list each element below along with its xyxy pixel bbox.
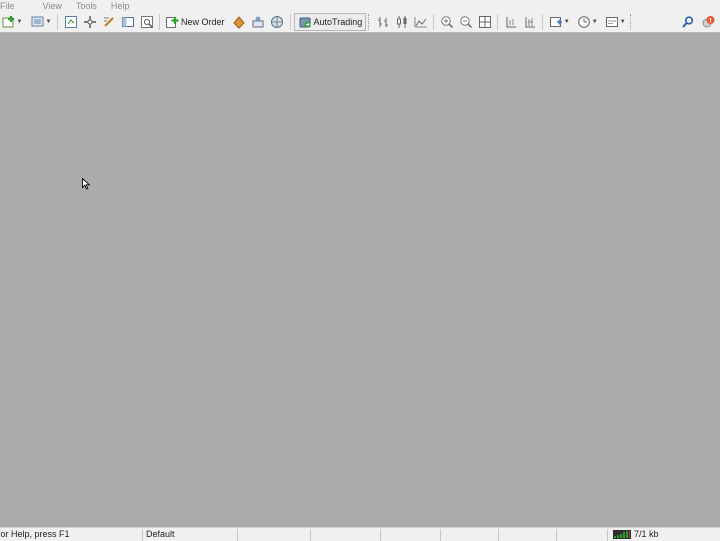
line-chart-button[interactable]	[411, 13, 430, 31]
templates-icon	[605, 17, 618, 27]
zoom-out-icon	[460, 16, 472, 29]
profiles-button[interactable]: ▼	[28, 13, 54, 31]
bar-chart-icon	[377, 17, 388, 27]
strategy-tester-button[interactable]	[137, 13, 156, 31]
chart-workspace[interactable]	[0, 33, 720, 527]
autotrading-icon	[299, 17, 311, 28]
search-icon	[682, 16, 694, 28]
market-button[interactable]	[268, 13, 287, 31]
bar-chart-button[interactable]	[373, 13, 392, 31]
menu-help[interactable]: Help	[111, 1, 130, 11]
terminal-icon	[121, 17, 134, 27]
mouse-cursor-icon	[82, 178, 90, 190]
navigator-button[interactable]	[80, 13, 99, 31]
market-watch-icon	[64, 16, 77, 28]
new-chart-button[interactable]: ▼	[0, 13, 24, 31]
data-window-icon	[103, 17, 114, 27]
notifications-icon	[702, 16, 715, 28]
menu-bar: File View Tools Help	[0, 0, 720, 12]
navigator-icon	[83, 16, 96, 28]
autoscroll-icon	[525, 17, 535, 28]
candlesticks-button[interactable]	[392, 13, 411, 31]
metaeditor-icon	[232, 16, 245, 29]
menu-view[interactable]: View	[43, 1, 62, 11]
search-button[interactable]	[680, 13, 696, 31]
connection-status-icon	[613, 530, 631, 539]
signals-icon	[252, 16, 264, 28]
zoom-in-icon	[441, 16, 453, 29]
status-bar: For Help, press F1 Default 7/1 kb	[0, 527, 720, 541]
new-order-label: New Order	[181, 17, 225, 27]
profiles-icon	[31, 16, 44, 27]
autoscroll-button[interactable]	[520, 13, 539, 31]
tile-windows-button[interactable]	[475, 13, 494, 31]
toolbar: ▼ ▼ New Order AutoTrading ▼ ▼ ▼	[0, 12, 720, 33]
tile-windows-icon	[478, 16, 491, 28]
terminal-button[interactable]	[118, 13, 137, 31]
chart-shift-button[interactable]	[501, 13, 520, 31]
templates-button[interactable]: ▼	[602, 13, 628, 31]
notifications-button[interactable]	[698, 13, 718, 31]
candlesticks-icon	[396, 16, 407, 28]
status-help-text: For Help, press F1	[0, 529, 70, 539]
autotrading-label: AutoTrading	[313, 17, 363, 27]
autotrading-button[interactable]: AutoTrading	[293, 13, 367, 31]
data-window-button[interactable]	[99, 13, 118, 31]
menu-file[interactable]: File	[0, 1, 15, 11]
chart-shift-icon	[506, 17, 516, 28]
status-traffic: 7/1 kb	[634, 529, 659, 539]
metaeditor-button[interactable]	[229, 13, 249, 31]
status-profile: Default	[146, 529, 175, 539]
signals-button[interactable]	[249, 13, 268, 31]
indicators-button[interactable]: ▼	[546, 13, 572, 31]
line-chart-icon	[414, 17, 427, 28]
indicators-icon	[549, 17, 562, 27]
periods-button[interactable]: ▼	[574, 13, 600, 31]
market-watch-button[interactable]	[61, 13, 80, 31]
zoom-out-button[interactable]	[456, 13, 475, 31]
market-icon	[271, 16, 284, 28]
new-order-icon	[166, 17, 179, 28]
strategy-tester-icon	[140, 16, 153, 28]
new-chart-icon	[2, 16, 14, 28]
menu-tools[interactable]: Tools	[76, 1, 97, 11]
new-order-button[interactable]: New Order	[163, 13, 227, 31]
zoom-in-button[interactable]	[437, 13, 456, 31]
periods-icon	[577, 16, 590, 28]
